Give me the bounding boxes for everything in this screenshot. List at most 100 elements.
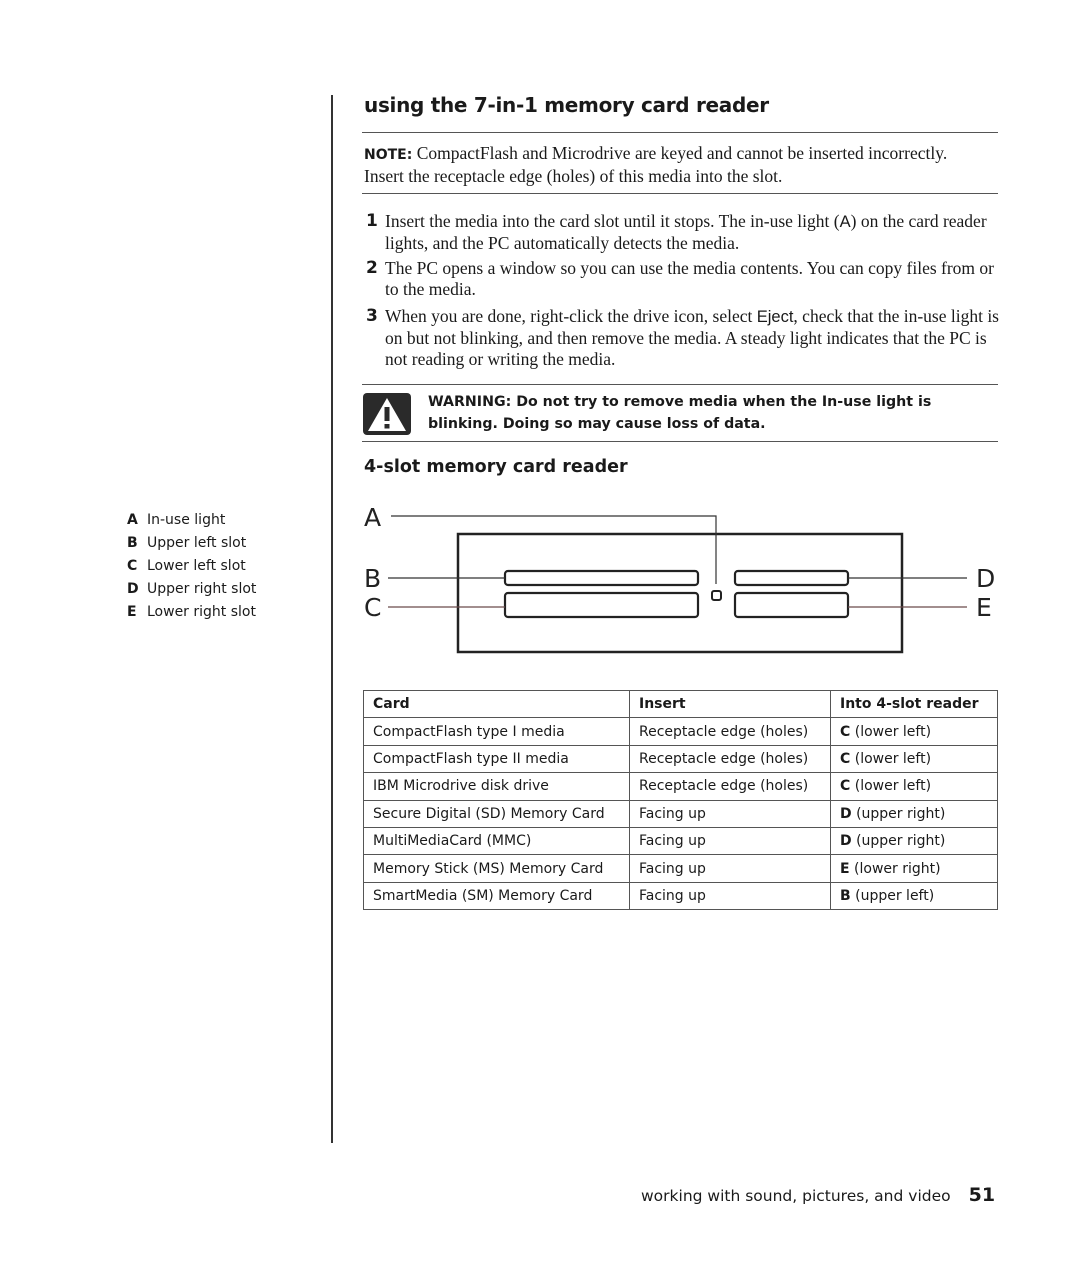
column-header-slot: Into 4-slot reader — [830, 689, 998, 719]
cell-insert: Facing up — [629, 854, 831, 883]
table-row: SmartMedia (SM) Memory Card Facing up B (u… — [363, 881, 998, 911]
in-use-light — [711, 590, 722, 601]
note-label: NOTE: — [364, 147, 413, 163]
warning-triangle-icon — [363, 393, 411, 435]
note: NOTE: CompactFlash and Microdrive are ke… — [364, 143, 984, 187]
divider — [362, 132, 998, 133]
cell-insert: Receptacle edge (holes) — [629, 717, 831, 746]
slot-description: (upper right) — [851, 833, 946, 850]
column-divider — [331, 95, 333, 1143]
column-header-card: Card — [363, 689, 630, 719]
legend-key: C — [127, 558, 138, 574]
table-row: MultiMediaCard (MMC) Facing up D (upper ri… — [363, 826, 998, 856]
callout-e: E — [976, 593, 992, 622]
subsection-title: 4-slot memory card reader — [364, 457, 628, 477]
slot-description: (lower right) — [849, 860, 941, 877]
card-name: CompactFlash type II media — [373, 750, 569, 767]
step-number: 1 — [366, 211, 378, 231]
table-row: CompactFlash type II media Receptacle edg… — [363, 744, 998, 774]
cell-slot: D (upper right) — [830, 826, 998, 856]
cell-insert: Receptacle edge (holes) — [629, 772, 831, 801]
warning-text: WARNING: Do not try to remove media when… — [428, 394, 932, 432]
legend-key: B — [127, 535, 138, 551]
slot-description: (upper right) — [851, 805, 946, 822]
slot-key: B — [840, 887, 851, 904]
slot-description: (lower left) — [850, 778, 932, 795]
diagram-legend: A In-use light B Upper left slot C Lower le… — [127, 509, 256, 624]
legend-label: Lower left slot — [147, 558, 246, 574]
callout-c: C — [364, 593, 381, 622]
card-name: Memory Stick (MS) Memory Card — [373, 860, 604, 877]
slot-key: E — [840, 860, 850, 877]
card-name: Secure Digital (SD) Memory Card — [373, 805, 605, 822]
legend-label: Upper left slot — [147, 535, 247, 551]
cell-slot: C (lower left) — [830, 744, 998, 774]
slot-key: D — [840, 833, 852, 850]
card-reader-diagram: A B C D E — [364, 503, 995, 654]
cell-insert: Receptacle edge (holes) — [629, 744, 831, 774]
insert-orientation: Facing up — [639, 833, 706, 850]
insert-orientation: Facing up — [639, 860, 706, 877]
callout-a: A — [364, 503, 381, 532]
card-name: IBM Microdrive disk drive — [373, 778, 549, 795]
table-row: IBM Microdrive disk drive Receptacle edge… — [363, 772, 998, 801]
legend-label: Lower right slot — [147, 604, 256, 620]
legend-item: E Lower right slot — [127, 601, 256, 624]
step-text: When you are done, right-click the drive… — [385, 306, 757, 326]
note-text: CompactFlash and Microdrive are keyed an… — [364, 143, 948, 186]
slot-description: (upper left) — [850, 887, 935, 904]
insert-orientation: Facing up — [639, 887, 706, 904]
table-row: CompactFlash type I media Receptacle edge… — [363, 717, 998, 746]
cell-slot: C (lower left) — [830, 772, 998, 801]
cell-card: IBM Microdrive disk drive — [363, 772, 630, 801]
slot-key: D — [840, 805, 852, 822]
card-name: MultiMediaCard (MMC) — [373, 833, 532, 850]
insert-orientation: Facing up — [639, 805, 706, 822]
slot-key: C — [840, 750, 851, 767]
step-number: 3 — [366, 306, 378, 326]
insert-orientation: Receptacle edge (holes) — [639, 778, 809, 795]
slot-key: C — [840, 723, 851, 740]
step-1: 1 Insert the media into the card slot un… — [366, 211, 1001, 254]
insert-orientation: Receptacle edge (holes) — [639, 750, 809, 767]
card-name: SmartMedia (SM) Memory Card — [373, 887, 593, 904]
slot-upper-left — [503, 569, 700, 587]
cell-insert: Facing up — [629, 881, 831, 911]
table-header-row: Card Insert Into 4-slot reader — [363, 689, 998, 719]
divider — [362, 193, 998, 194]
callout-b: B — [364, 564, 381, 593]
legend-item: D Upper right slot — [127, 578, 256, 601]
divider — [362, 441, 998, 442]
leader-line-a — [391, 515, 717, 584]
cell-insert: Facing up — [629, 826, 831, 856]
cell-card: SmartMedia (SM) Memory Card — [363, 881, 630, 911]
step-number: 2 — [366, 258, 378, 278]
slot-upper-right — [733, 569, 850, 587]
section-title: using the 7-in-1 memory card reader — [364, 93, 769, 117]
legend-key: A — [127, 512, 138, 528]
step-3: 3 When you are done, right-click the dri… — [366, 306, 1001, 370]
slot-description: (lower left) — [850, 750, 932, 767]
cell-card: Memory Stick (MS) Memory Card — [363, 854, 630, 883]
page-number: 51 — [968, 1184, 996, 1206]
insert-orientation: Receptacle edge (holes) — [639, 723, 809, 740]
slot-description: (lower left) — [850, 723, 932, 740]
cell-slot: C (lower left) — [830, 717, 998, 746]
column-header-insert: Insert — [629, 689, 831, 719]
table-row: Memory Stick (MS) Memory Card Facing up E … — [363, 854, 998, 883]
slot-lower-right — [733, 591, 850, 619]
card-name: CompactFlash type I media — [373, 723, 565, 740]
slot-key: C — [840, 778, 851, 795]
slot-lower-left — [503, 591, 700, 619]
ui-term: A — [839, 213, 851, 231]
callout-d: D — [976, 564, 995, 593]
cell-card: CompactFlash type II media — [363, 744, 630, 774]
legend-label: In-use light — [147, 512, 226, 528]
step-text: The PC opens a window so you can use the… — [385, 258, 994, 299]
cell-insert: Facing up — [629, 799, 831, 828]
legend-key: D — [127, 581, 139, 597]
cell-card: Secure Digital (SD) Memory Card — [363, 799, 630, 828]
cell-slot: E (lower right) — [830, 854, 998, 883]
legend-item: A In-use light — [127, 509, 256, 532]
cell-card: CompactFlash type I media — [363, 717, 630, 746]
